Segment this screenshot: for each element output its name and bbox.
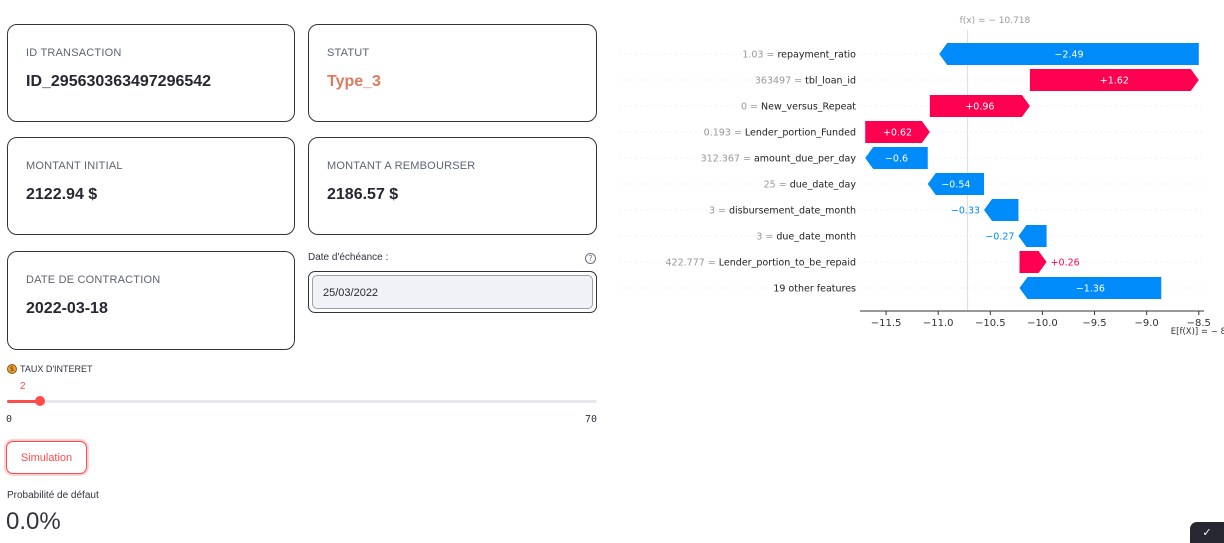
- feature-value: 3 =: [709, 206, 729, 217]
- bar-label: −0.27: [985, 232, 1014, 243]
- interest-rate-label-text: TAUX D'INTERET: [20, 364, 93, 374]
- check-icon[interactable]: ✓: [1190, 522, 1224, 543]
- feature-value: 1.03 =: [742, 50, 777, 61]
- feature-name: disbursement_date_month: [729, 206, 856, 217]
- feature-name: tbl_loan_id: [805, 76, 856, 87]
- card-date-contraction: DATE DE CONTRACTION 2022-03-18: [7, 251, 295, 350]
- x-tick-label: −9.0: [1135, 318, 1159, 329]
- feature-label: 0 = New_versus_Repeat: [741, 102, 856, 113]
- feature-name: Lender_portion_to_be_repaid: [719, 258, 856, 269]
- feature-value: 312.367 =: [701, 154, 754, 165]
- feature-value: 0 =: [741, 102, 761, 113]
- card-id-transaction: ID TRANSACTION ID_295630363497296542: [7, 24, 295, 122]
- bar-label: +0.96: [965, 102, 994, 113]
- feature-label: 3 = disbursement_date_month: [709, 206, 856, 217]
- feature-name: due_date_day: [790, 180, 857, 191]
- feature-name: amount_due_per_day: [754, 154, 856, 165]
- transaction-id-value: ID_295630363497296542: [26, 73, 212, 90]
- feature-label: 3 = due_date_month: [756, 232, 856, 243]
- feature-label: 0.193 = Lender_portion_Funded: [704, 128, 856, 139]
- feature-name: Lender_portion_Funded: [745, 128, 856, 139]
- slider-min-label: 0: [6, 414, 13, 425]
- feature-value: 422.777 =: [666, 258, 719, 269]
- interest-rate-label: $ TAUX D'INTERET: [7, 364, 93, 374]
- bar-label: −0.33: [951, 206, 980, 217]
- default-probability-value: 0.0%: [6, 508, 61, 535]
- default-probability-label: Probabilité de défaut: [7, 490, 99, 501]
- bar-label: −1.36: [1076, 284, 1105, 295]
- fx-label: f(x) = − 10.718: [960, 16, 1031, 26]
- feature-value: 3 =: [756, 232, 776, 243]
- due-date-input[interactable]: 25/03/2022: [308, 271, 597, 313]
- feature-label: 422.777 = Lender_portion_to_be_repaid: [666, 258, 857, 269]
- feature-name: repayment_ratio: [777, 50, 856, 61]
- due-date-label: Date d'échéance :: [308, 252, 389, 263]
- bar-label: +1.62: [1100, 76, 1129, 87]
- interest-rate-slider[interactable]: [7, 400, 597, 403]
- slider-thumb[interactable]: [34, 396, 45, 406]
- bar-disbursement_date_month: [984, 199, 1019, 221]
- shap-waterfall-chart: f(x) = − 10.718 −2.49 1.03 = repayment_rat…: [620, 16, 1224, 337]
- card-montant-rembourser: MONTANT A REMBOURSER 2186.57 $: [308, 137, 597, 235]
- card-montant-initial: MONTANT INITIAL 2122.94 $: [7, 137, 295, 235]
- status-value: Type_3: [327, 73, 381, 90]
- x-tick-label: −9.5: [1082, 318, 1106, 329]
- question-circle-icon[interactable]: ?: [585, 253, 596, 264]
- feature-name: New_versus_Repeat: [761, 102, 856, 113]
- bar-label: +0.62: [883, 128, 912, 139]
- repay-amount-value: 2186.57 $: [327, 186, 399, 203]
- feature-name: 19 other features: [773, 284, 856, 295]
- card-label: MONTANT A REMBOURSER: [327, 160, 476, 172]
- bar-label: −0.6: [885, 154, 908, 165]
- feature-label: 19 other features: [773, 284, 856, 295]
- feature-label: 1.03 = repayment_ratio: [742, 50, 856, 61]
- feature-label: 312.367 = amount_due_per_day: [701, 154, 857, 165]
- bar-Lender_portion_to_be_repaid: [1019, 251, 1047, 273]
- contraction-date-value: 2022-03-18: [26, 300, 108, 317]
- initial-amount-value: 2122.94 $: [26, 186, 98, 203]
- x-tick-label: −11.5: [871, 318, 902, 329]
- bar-label: +0.26: [1051, 258, 1080, 269]
- bar-label: −2.49: [1054, 50, 1083, 61]
- feature-value: 0.193 =: [704, 128, 745, 139]
- x-tick-label: −11.0: [923, 318, 954, 329]
- slider-max-label: 70: [585, 414, 598, 425]
- base-value-label: E[f(X)] = − 8.5: [1171, 327, 1224, 337]
- x-tick-label: −10.5: [975, 318, 1006, 329]
- feature-value: 25 =: [764, 180, 790, 191]
- money-bag-icon: $: [7, 364, 17, 374]
- simulation-button[interactable]: Simulation: [6, 441, 87, 474]
- feature-label: 25 = due_date_day: [764, 180, 857, 191]
- card-label: DATE DE CONTRACTION: [26, 274, 161, 286]
- feature-name: due_date_month: [776, 232, 856, 243]
- bar-label: −0.54: [941, 180, 970, 191]
- slider-current-value: 2: [20, 381, 26, 392]
- feature-value: 363497 =: [755, 76, 805, 87]
- card-label: MONTANT INITIAL: [26, 160, 123, 172]
- card-statut: STATUT Type_3: [308, 24, 597, 122]
- due-date-value[interactable]: 25/03/2022: [312, 275, 593, 309]
- feature-label: 363497 = tbl_loan_id: [755, 76, 856, 87]
- x-tick-label: −10.0: [1027, 318, 1058, 329]
- card-label: ID TRANSACTION: [26, 47, 122, 59]
- card-label: STATUT: [327, 47, 370, 59]
- bar-due_date_month: [1018, 225, 1047, 247]
